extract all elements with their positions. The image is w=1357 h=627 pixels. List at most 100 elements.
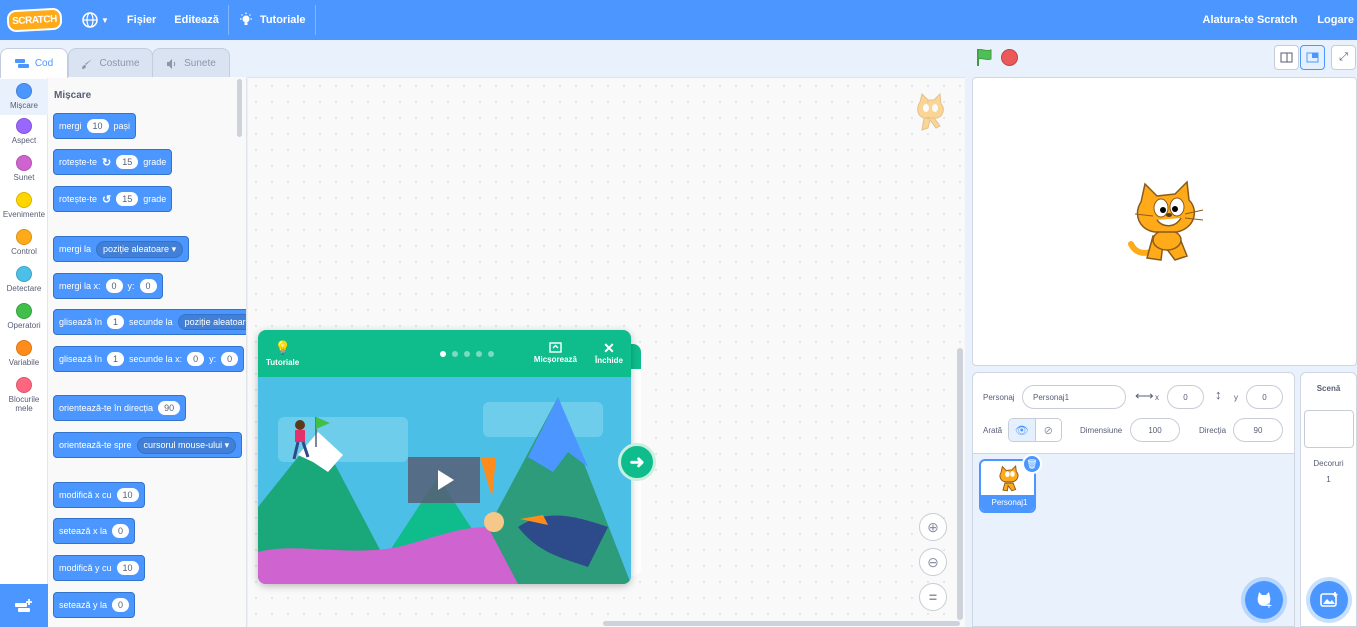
stage-selector[interactable]: Scenă Decoruri 1 xyxy=(1300,372,1357,627)
scratch-logo[interactable]: SCRATCH xyxy=(6,7,63,33)
step-dot[interactable] xyxy=(475,350,482,357)
workspace-vscrollbar[interactable] xyxy=(957,348,963,620)
block-change-x[interactable]: modifică x cu 10 xyxy=(53,482,145,508)
tab-code[interactable]: Cod xyxy=(0,48,68,78)
sprite-name-input[interactable]: Personaj1 xyxy=(1022,385,1126,409)
block-input[interactable]: 1 xyxy=(107,315,125,329)
block-input[interactable]: 10 xyxy=(86,119,109,133)
tab-sounds-label: Sunete xyxy=(184,58,216,69)
block-point-direction[interactable]: orientează-te în direcția 90 xyxy=(53,395,187,421)
x-input[interactable]: 0 xyxy=(1167,385,1204,409)
zoom-out-icon: ⊖ xyxy=(927,553,939,570)
fullscreen-button[interactable]: ⤢ xyxy=(1331,45,1356,70)
eye-slash-icon: ⊘ xyxy=(1043,424,1053,437)
block-glide-to[interactable]: glisează în 1 secunde la poziție aleatoare xyxy=(53,309,246,335)
block-turn-right[interactable]: rotește-te ↻ 15 grade xyxy=(53,149,173,175)
block-set-y[interactable]: setează y la 0 xyxy=(53,592,136,618)
stage[interactable] xyxy=(972,77,1357,366)
block-text: pași xyxy=(113,121,131,131)
direction-input[interactable]: 90 xyxy=(1233,418,1283,442)
normal-stage-button[interactable] xyxy=(1300,45,1325,70)
block-set-x[interactable]: setează x la 0 xyxy=(53,518,136,544)
block-input[interactable]: 0 xyxy=(105,279,123,293)
step-dot[interactable] xyxy=(451,350,458,357)
hide-button[interactable]: ⊘ xyxy=(1036,419,1062,441)
block-input[interactable]: 0 xyxy=(112,524,130,538)
category-sensing[interactable]: Detectare xyxy=(0,266,48,293)
tutorials-button-label: Tutoriale xyxy=(266,358,300,367)
step-dot[interactable] xyxy=(487,350,494,357)
add-backdrop-button[interactable] xyxy=(1310,581,1348,619)
block-move-steps[interactable]: mergi 10 pași xyxy=(53,113,137,139)
eye-icon: 👁 xyxy=(1014,424,1029,437)
block-input[interactable]: 10 xyxy=(116,561,139,575)
block-turn-left[interactable]: rotește-te ↺ 15 grade xyxy=(53,186,173,212)
block-input[interactable]: 15 xyxy=(116,155,139,169)
step-dot[interactable] xyxy=(439,350,446,357)
block-point-towards[interactable]: orientează-te spre cursorul mouse-ului ▾ xyxy=(53,432,243,458)
show-button[interactable]: 👁 xyxy=(1009,419,1036,441)
cat-sprite[interactable] xyxy=(1125,180,1207,266)
add-sprite-button[interactable] xyxy=(1245,581,1283,619)
login-link[interactable]: Logare xyxy=(1307,0,1357,40)
block-input[interactable]: 1 xyxy=(107,352,125,366)
block-input[interactable]: 0 xyxy=(112,598,130,612)
block-input[interactable]: 0 xyxy=(221,352,239,366)
dropdown-text: cursorul mouse-ului xyxy=(143,439,223,450)
green-flag-icon[interactable] xyxy=(974,47,994,67)
category-motion[interactable]: Mișcare xyxy=(0,79,48,115)
block-input[interactable]: 90 xyxy=(158,401,181,415)
join-scratch-link[interactable]: Alatura-te Scratch xyxy=(1194,0,1308,40)
tutorial-video-thumbnail[interactable] xyxy=(258,377,631,584)
show-label: Arată xyxy=(983,426,1003,435)
stop-icon[interactable] xyxy=(1001,49,1018,66)
block-go-to[interactable]: mergi la poziție aleatoare ▾ xyxy=(53,236,190,262)
category-label: Sunet xyxy=(13,173,35,182)
zoom-reset-button[interactable]: = xyxy=(919,583,947,611)
zoom-in-button[interactable]: ⊕ xyxy=(919,513,947,541)
edit-menu[interactable]: Editează xyxy=(165,0,228,40)
block-change-y[interactable]: modifică y cu 10 xyxy=(53,555,145,581)
minimize-label: Micșorează xyxy=(533,355,577,364)
workspace-hscrollbar[interactable] xyxy=(603,621,960,626)
add-extension-button[interactable] xyxy=(0,584,48,627)
step-dot[interactable] xyxy=(463,350,470,357)
zoom-in-icon: ⊕ xyxy=(927,518,939,535)
block-go-to-xy[interactable]: mergi la x: 0 y: 0 xyxy=(53,273,163,299)
block-dropdown[interactable]: cursorul mouse-ului ▾ xyxy=(136,436,237,454)
category-label: Blocurile mele xyxy=(8,395,40,413)
zoom-out-button[interactable]: ⊖ xyxy=(919,548,947,576)
delete-sprite-button[interactable]: 🗑 xyxy=(1022,454,1042,474)
block-glide-to-xy[interactable]: glisează în 1 secunde la x: 0 y: 0 xyxy=(53,346,245,372)
category-my-blocks[interactable]: Blocurile mele xyxy=(0,377,48,413)
backdrop-thumbnail[interactable] xyxy=(1304,410,1354,448)
block-input[interactable]: 0 xyxy=(187,352,205,366)
palette-scrollbar[interactable] xyxy=(237,79,242,137)
size-input[interactable]: 100 xyxy=(1130,418,1180,442)
y-input[interactable]: 0 xyxy=(1246,385,1283,409)
tab-sounds[interactable]: Sunete xyxy=(152,48,230,78)
size-label: Dimensiune xyxy=(1080,426,1123,435)
category-events[interactable]: Evenimente xyxy=(0,192,48,219)
block-input[interactable]: 15 xyxy=(116,192,139,206)
category-control[interactable]: Control xyxy=(0,229,48,256)
file-menu[interactable]: Fișier xyxy=(118,0,165,40)
minimize-button[interactable]: Micșorează xyxy=(534,342,577,365)
block-input[interactable]: 10 xyxy=(116,488,139,502)
block-input[interactable]: 0 xyxy=(139,279,157,293)
category-looks[interactable]: Aspect xyxy=(0,118,48,145)
tutorials-menu[interactable]: Tutoriale xyxy=(229,0,315,40)
close-button[interactable]: ✕ Închide xyxy=(595,341,623,365)
category-operators[interactable]: Operatori xyxy=(0,303,48,330)
block-dropdown[interactable]: poziție aleatoare xyxy=(177,314,246,330)
category-sound[interactable]: Sunet xyxy=(0,155,48,182)
tutorials-button[interactable]: 💡 Tutoriale xyxy=(266,340,299,367)
tab-costumes[interactable]: Costume xyxy=(68,48,153,78)
category-variables[interactable]: Variabile xyxy=(0,340,48,367)
tutorial-next-button[interactable]: ➜ xyxy=(618,443,656,481)
minimize-icon xyxy=(549,342,562,353)
tutorial-card: 💡 Tutoriale Micșorează ✕ Închide xyxy=(258,330,631,584)
block-dropdown[interactable]: poziție aleatoare ▾ xyxy=(96,240,184,258)
language-button[interactable]: ▼ xyxy=(72,0,118,40)
small-stage-button[interactable] xyxy=(1274,45,1299,70)
